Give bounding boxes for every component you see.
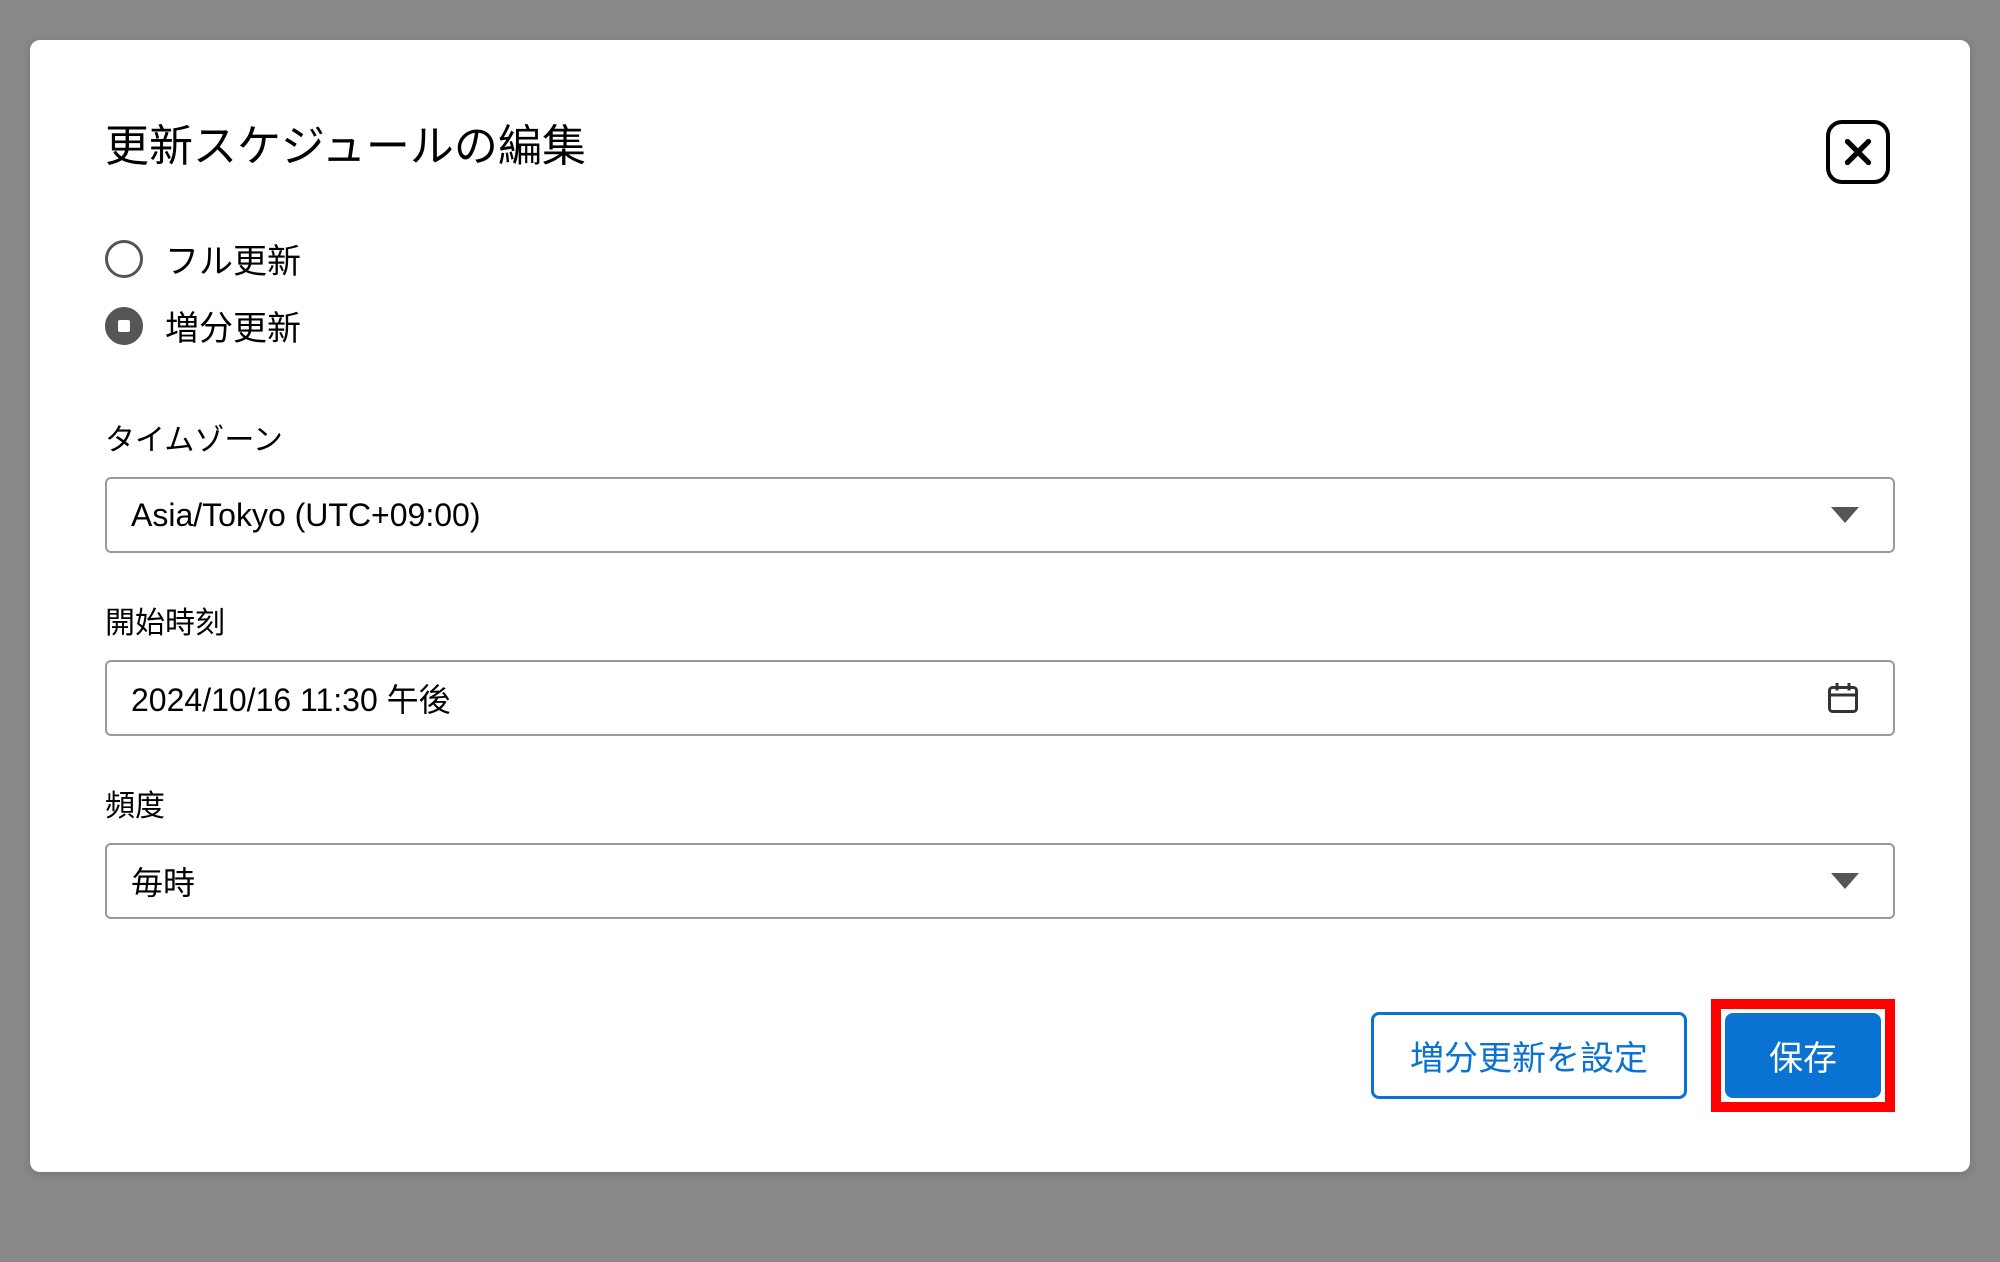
save-button[interactable]: 保存 (1725, 1013, 1881, 1098)
chevron-down-icon (1831, 507, 1859, 523)
close-button[interactable] (1826, 120, 1890, 184)
radio-label-incremental: 増分更新 (165, 301, 301, 350)
close-icon (1840, 134, 1876, 170)
modal-footer: 増分更新を設定 保存 (105, 999, 1895, 1112)
edit-refresh-schedule-modal: 更新スケジュールの編集 フル更新 増分更新 タイムゾーン Asia/Tokyo … (30, 40, 1970, 1172)
start-time-value: 2024/10/16 11:30 午後 (131, 675, 1825, 721)
modal-title: 更新スケジュールの編集 (105, 110, 1895, 174)
start-time-label: 開始時刻 (105, 598, 1895, 642)
radio-icon (105, 240, 143, 278)
timezone-select[interactable]: Asia/Tokyo (UTC+09:00) (105, 477, 1895, 553)
radio-label-full: フル更新 (165, 234, 301, 283)
configure-incremental-button[interactable]: 増分更新を設定 (1371, 1012, 1687, 1099)
timezone-label: タイムゾーン (105, 415, 1895, 459)
frequency-group: 頻度 毎時 (105, 781, 1895, 919)
frequency-value: 毎時 (131, 858, 1831, 904)
chevron-down-icon (1831, 873, 1859, 889)
timezone-group: タイムゾーン Asia/Tokyo (UTC+09:00) (105, 415, 1895, 553)
frequency-select[interactable]: 毎時 (105, 843, 1895, 919)
frequency-label: 頻度 (105, 781, 1895, 825)
timezone-value: Asia/Tokyo (UTC+09:00) (131, 497, 1831, 534)
start-time-input[interactable]: 2024/10/16 11:30 午後 (105, 660, 1895, 736)
radio-icon-selected (105, 307, 143, 345)
start-time-group: 開始時刻 2024/10/16 11:30 午後 (105, 598, 1895, 736)
calendar-icon (1825, 680, 1861, 716)
save-button-highlight: 保存 (1711, 999, 1895, 1112)
refresh-type-radio-group: フル更新 増分更新 (105, 234, 1895, 350)
modal-overlay: 更新スケジュールの編集 フル更新 増分更新 タイムゾーン Asia/Tokyo … (0, 0, 2000, 1262)
radio-incremental-refresh[interactable]: 増分更新 (105, 301, 1895, 350)
radio-full-refresh[interactable]: フル更新 (105, 234, 1895, 283)
